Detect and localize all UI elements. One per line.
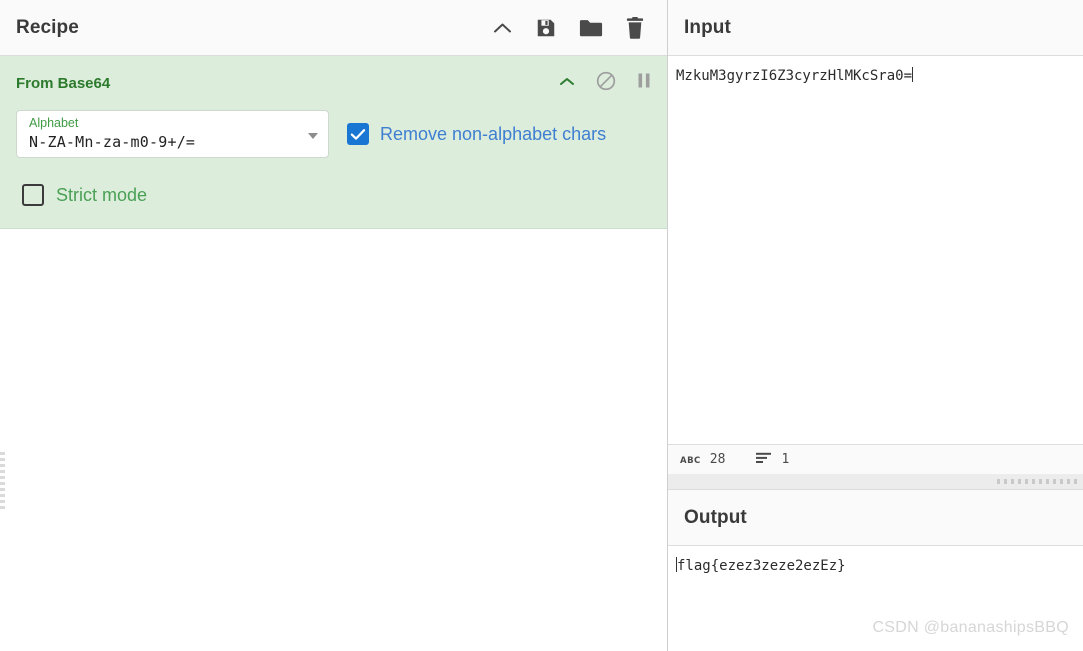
operation-from-base64[interactable]: From Base64 Alphabet N-ZA-Mn-za-m0-9+/= … [0,56,667,229]
input-length-value: 28 [709,452,726,467]
clear-icon[interactable] [625,16,645,39]
operation-header: From Base64 [16,70,651,96]
disable-icon[interactable] [596,71,616,96]
output-title-bar: Output [668,490,1083,546]
strict-mode-checkbox[interactable] [22,184,44,206]
remove-non-alphabet-label: Remove non-alphabet chars [380,123,607,144]
io-splitter[interactable] [668,474,1083,490]
load-icon[interactable] [579,18,603,38]
abc-icon: ABC [680,455,701,466]
input-title: Input [684,16,731,38]
input-value: MzkuM3gyrzI6Z3cyrzHlMKcSra0= [676,68,913,84]
input-caret [912,67,914,82]
operation-arguments: Alphabet N-ZA-Mn-za-m0-9+/= Remove non-a… [16,110,651,158]
input-length-status: ABC 28 [680,452,725,467]
chevron-up-icon[interactable] [559,74,575,92]
recipe-title-actions [492,16,645,39]
output-title: Output [684,506,747,528]
input-textarea[interactable]: MzkuM3gyrzI6Z3cyrzHlMKcSra0= [668,56,1083,444]
watermark: CSDN @bananashipsBBQ [872,619,1069,636]
lines-icon [756,452,772,468]
pause-icon[interactable] [637,72,651,94]
input-lines-value: 1 [781,452,790,467]
remove-non-alphabet-checkbox[interactable] [347,123,369,145]
recipe-drop-area[interactable] [0,229,667,651]
input-lines-status: 1 [756,452,789,468]
recipe-title-bar: Recipe [0,0,667,56]
operation-name: From Base64 [16,74,111,92]
output-value: flag{ezez3zeze2ezEz} [677,558,846,574]
recipe-title: Recipe [16,16,79,38]
save-icon[interactable] [535,17,557,39]
operation-icons [559,71,651,96]
io-splitter-grip[interactable] [997,479,1079,484]
alphabet-value: N-ZA-Mn-za-m0-9+/= [29,133,196,151]
input-title-bar: Input [668,0,1083,56]
alphabet-select[interactable]: Alphabet N-ZA-Mn-za-m0-9+/= [16,110,329,158]
strict-mode-checkbox-row[interactable]: Strict mode [22,184,651,206]
cyberchef-app: Recipe From Base64 Alphabet N-ZA-Mn-za-m… [0,0,1083,651]
collapse-icon[interactable] [492,21,513,35]
chevron-down-icon [308,133,318,139]
strict-mode-label: Strict mode [56,184,148,205]
recipe-splitter-grip[interactable] [0,452,5,510]
recipe-panel: Recipe From Base64 Alphabet N-ZA-Mn-za-m… [0,0,668,651]
remove-non-alphabet-checkbox-row[interactable]: Remove non-alphabet chars [347,123,606,145]
alphabet-label: Alphabet [29,116,79,130]
io-panel: Input MzkuM3gyrzI6Z3cyrzHlMKcSra0= ABC 2… [668,0,1083,651]
input-status-bar: ABC 28 1 [668,444,1083,474]
